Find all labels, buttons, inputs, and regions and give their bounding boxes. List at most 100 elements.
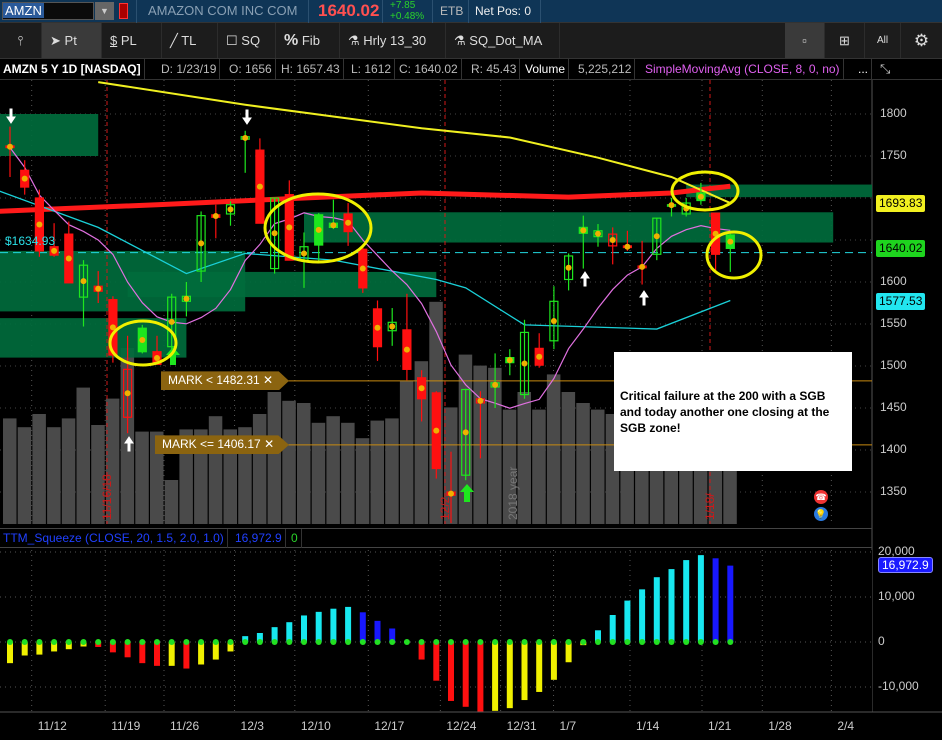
ttm-histogram-bar [727,565,734,642]
ttm-squeeze-dot [139,639,146,645]
sq-dot [168,318,175,325]
sq-dot [330,222,337,229]
grid-layout-button[interactable]: ⊞ [825,23,865,58]
sq-dot [536,353,543,360]
ttm-squeeze-dot [448,639,454,645]
ttm-squeeze-dot [697,639,704,645]
sq-dot [550,318,557,325]
price-tick: 1500 [880,358,907,372]
alert-mark-1482[interactable]: MARK < 1482.31 ✕ [161,371,289,391]
tool-fibonacci[interactable]: % Fib [276,23,340,58]
sq-dot [80,278,87,285]
ttm-histogram-bar [565,642,572,663]
price-tick: 1800 [880,106,907,120]
etb-label: ETB [440,4,464,18]
sq-dot [242,134,249,141]
single-layout-button[interactable]: ▫ [785,23,825,58]
ttm-squeeze-dot [271,639,278,645]
pin-icon: ⫯ [17,33,24,48]
volume-bar [297,403,311,524]
link-color-flag[interactable] [119,3,128,19]
ttm-squeeze-dot [418,639,425,645]
square-icon: ☐ [226,33,238,48]
volume-bar [532,409,546,524]
ttm-squeeze-dot [727,639,734,645]
sq-dot [359,265,366,272]
date-tick: 11/26 [169,719,200,733]
ttm-background [0,550,872,712]
sq-dot [565,264,572,271]
sq-dot [271,230,278,237]
ttm-tick: -10,000 [878,679,919,693]
info-open: O: 1656 [226,59,276,80]
ttm-histogram-bar [477,642,484,713]
ttm-histogram-bar [609,615,616,642]
annotation-note[interactable]: Critical failure at the 200 with a SGB a… [614,352,852,471]
sq-dot [65,255,72,262]
date-marker-12-24: 12/2 [438,496,452,520]
sq-dot [345,219,352,226]
price-tick: 1550 [880,316,907,330]
ttm-histogram-bar [492,642,499,711]
tool-trendline[interactable]: ╱ TL [162,23,218,58]
ttm-histogram-bar [448,642,454,701]
pin-button[interactable]: ⫯ [0,23,42,58]
date-marker-1-18: 1/18/ [703,493,717,520]
sq-dot [139,336,146,343]
symbol-dropdown-button[interactable]: ▼ [95,2,114,20]
sq-dot [506,357,513,364]
gear-icon: ⚙ [913,31,930,50]
price-tick: 1450 [880,400,907,414]
ttm-squeeze-dot [154,639,160,645]
sq-dot [212,213,219,220]
date-tick: 1/21 [708,719,732,733]
volume-bar [282,400,296,524]
ttm-squeeze-dot [109,639,116,645]
phone-icon[interactable]: ☎ [814,490,828,504]
percent-change: +0.48% [390,11,425,22]
alert-mark-1406[interactable]: MARK <= 1406.17 ✕ [155,435,289,455]
sq-dot [256,183,263,190]
sq-dot [639,263,646,270]
all-button[interactable]: All [865,23,901,58]
price-level-icon: $ [110,33,118,48]
settings-button[interactable]: ⚙ [901,23,942,58]
tool-price-level[interactable]: $ PL [102,23,162,58]
date-tick: 1/28 [768,719,792,733]
ttm-squeeze-dot [580,639,587,645]
sq-dot [124,390,131,397]
ttm-histogram-bar [521,642,528,701]
symbol-input[interactable]: AMZN [2,2,94,20]
date-tick: 11/19 [111,719,141,733]
ttm-histogram-bar [315,611,322,642]
more-studies[interactable]: ... [855,59,873,80]
sq-dot [668,202,675,209]
ttm-tick: 20,000 [878,544,915,558]
volume-bar [370,420,384,524]
ttm-histogram-bar [183,642,190,669]
sq-dot [418,385,425,392]
ttm-squeeze-dot [609,639,616,645]
ttm-histogram-bar [639,589,646,642]
sq-dot [624,243,631,250]
ttm-squeeze-dot [653,639,660,645]
ttm-squeeze-dot [639,639,646,645]
collapse-icon[interactable]: ⤡ [880,61,890,77]
date-tick: 12/31 [506,719,537,733]
volume-bar [164,480,179,524]
ttm-tick: 0 [878,634,885,648]
ttm-histogram-bar [433,642,440,681]
ttm-squeeze-dot [36,639,43,645]
tool-pointer[interactable]: ➤ Pt [42,23,102,58]
study-hrly[interactable]: ⚗ Hrly 13_30 [340,23,446,58]
ttm-histogram-bar [330,608,337,642]
volume-bar [311,422,326,524]
price-tick: 1600 [880,274,907,288]
study-sq-dot-ma[interactable]: ⚗ SQ_Dot_MA [446,23,560,58]
volume-label: Volume [522,59,570,80]
lightbulb-icon[interactable]: 💡 [814,507,828,521]
sq-dot [198,240,205,247]
info-range: R: 45.43 [468,59,521,80]
sq-dot [492,381,499,388]
tool-square[interactable]: ☐ SQ [218,23,276,58]
